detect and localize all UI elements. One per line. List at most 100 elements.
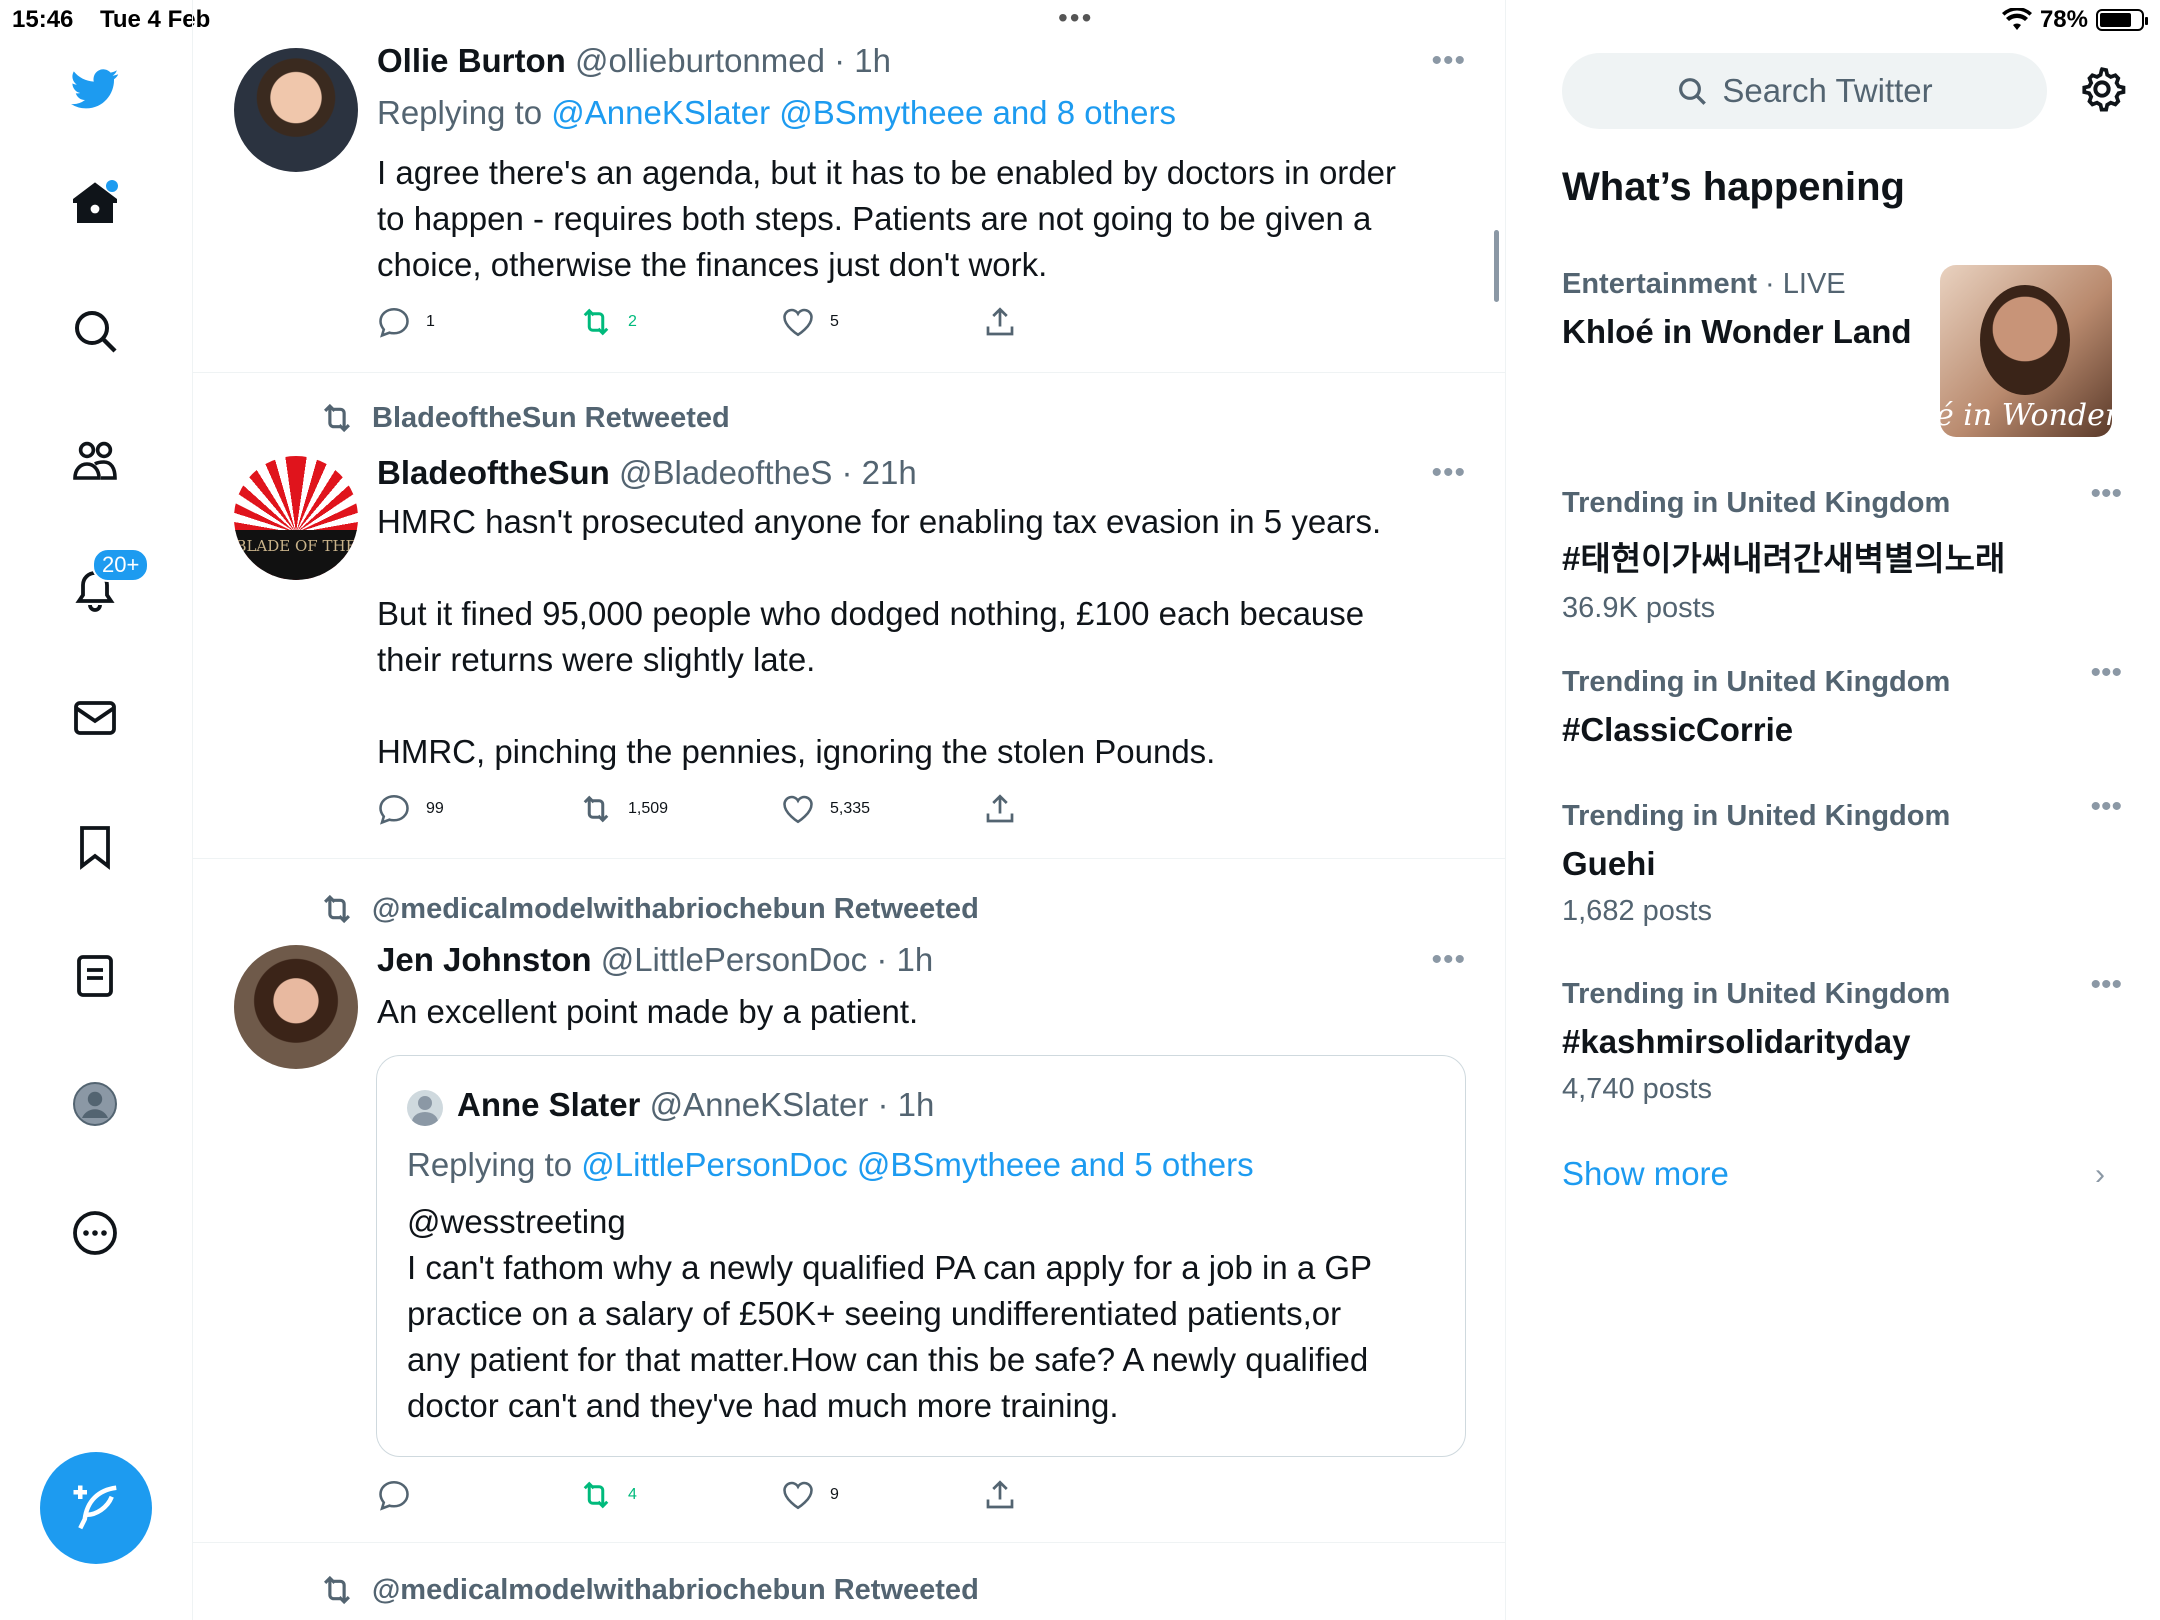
notifications-bell-icon[interactable]: 20+ [62,548,150,622]
tweet-author-handle[interactable]: @LittlePersonDoc · 1h [601,941,933,978]
trend-post-count: 4,740 posts [1562,1073,1712,1105]
trend-more-icon[interactable]: ••• [2090,477,2122,511]
like-button[interactable]: 9 [780,1477,839,1513]
trend-item[interactable]: Trending in United Kingdom ••• Guehi 1,6… [1562,790,2122,928]
chevron-right-icon: › [2095,1158,2105,1191]
trend-title: #kashmirsolidarityday [1562,1023,1911,1060]
trend-category: Entertainment [1562,268,1757,300]
twitter-logo-icon[interactable] [62,56,128,122]
share-button[interactable] [982,791,1018,827]
retweeted-by-line[interactable]: @medicalmodelwithabriochebun Retweeted [318,890,979,928]
trend-item[interactable]: Trending in United Kingdom ••• #태현이가써내려간… [1562,477,2122,625]
retweet-button[interactable]: 2 [578,304,637,340]
bookmarks-icon[interactable] [62,814,128,880]
trend-title: #ClassicCorrie [1562,711,1794,748]
like-button[interactable]: 5,335 [780,791,870,827]
tweet-item[interactable]: @medicalmodelwithabriochebun Retweeted J… [193,859,1505,1543]
share-icon [986,307,1014,336]
tweet-more-icon[interactable]: ••• [1431,44,1466,78]
trend-title: #태현이가써내려간새벽별의노래 [1562,540,2006,577]
whats-happening-heading: What’s happening [1562,165,1905,209]
tweet-text: HMRC hasn't prosecuted anyone for enabli… [377,503,1382,770]
messages-envelope-icon[interactable] [62,685,128,751]
trend-title: Guehi [1562,845,1656,882]
reply-count: 1 [426,313,435,330]
search-placeholder: Search Twitter [1722,72,1933,109]
trend-item[interactable]: Trending in United Kingdom ••• #ClassicC… [1562,656,2122,749]
retweet-icon [324,403,350,433]
trend-more-icon[interactable]: ••• [2090,790,2122,824]
reply-icon [379,794,409,825]
like-button[interactable]: 5 [780,304,839,340]
compose-tweet-button[interactable] [40,1452,152,1564]
retweet-icon [583,308,609,336]
tweet-author-handle[interactable]: @BladeoftheS · 21h [619,454,917,491]
tweet-author-name[interactable]: Jen Johnston [377,941,592,978]
replying-to: Replying to @AnneKSlater @BSmytheee and … [377,94,1176,131]
tweet-more-icon[interactable]: ••• [1431,943,1466,977]
trend-item[interactable]: Entertainment · LIVE Khloé in Wonder Lan… [1562,268,1942,351]
like-count: 5,335 [830,800,871,817]
trend-more-icon[interactable]: ••• [2090,968,2122,1002]
like-heart-icon [783,1481,813,1510]
lists-icon[interactable] [62,943,128,1009]
trend-category: Trending in United Kingdom [1562,666,1951,698]
profile-avatar-icon[interactable] [62,1071,128,1137]
trend-category: Trending in United Kingdom [1562,978,1951,1010]
retweet-count: 4 [628,1486,637,1503]
retweeted-by-text: @medicalmodelwithabriochebun Retweeted [372,892,979,925]
tweet-item[interactable]: Ollie Burton @ollieburtonmed · 1h ••• Re… [193,0,1505,373]
reply-count: 99 [426,800,444,817]
tweet-author-name[interactable]: Ollie Burton [377,42,566,79]
more-options-circle-icon[interactable] [62,1200,128,1266]
reply-button[interactable]: 99 [376,791,444,827]
like-heart-icon [783,308,813,337]
retweeted-by-line[interactable]: BladeoftheSun Retweeted [318,399,730,437]
trend-image-text: é in Wonder L [1940,398,2112,433]
retweeted-by-line[interactable]: @medicalmodelwithabriochebun Retweeted [318,1571,979,1609]
tweet-author-handle[interactable]: @ollieburtonmed · 1h [575,42,891,79]
quoted-tweet-text: @wesstreeting I can't fathom why a newly… [407,1203,1373,1424]
retweet-count: 1,509 [628,800,669,817]
reply-button[interactable]: 1 [376,304,435,340]
share-button[interactable] [982,1477,1018,1513]
explore-search-icon[interactable] [62,298,128,364]
settings-gear-icon[interactable] [2077,64,2127,114]
reply-button[interactable] [376,1477,426,1513]
retweet-icon [583,795,609,823]
home-icon[interactable] [62,170,128,236]
retweet-button[interactable]: 4 [578,1477,637,1513]
retweeted-by-text: @medicalmodelwithabriochebun Retweeted [372,1573,979,1606]
show-more-link[interactable]: Show more [1562,1155,1729,1193]
communities-icon[interactable] [62,427,128,493]
tweet-author-avatar[interactable]: BLADE OF THE [234,456,358,580]
tweet-author-name[interactable]: BladeoftheSun [377,454,610,491]
trend-category: Trending in United Kingdom [1562,487,1951,519]
share-button[interactable] [982,304,1018,340]
trend-live: · LIVE [1756,268,1846,300]
tweet-text: An excellent point made by a patient. [377,993,919,1030]
replying-links[interactable]: @AnneKSlater @BSmytheee and 8 others [551,94,1176,131]
tweet-author-avatar[interactable] [234,48,358,172]
trend-more-icon[interactable]: ••• [2090,656,2122,690]
timeline[interactable]: Ollie Burton @ollieburtonmed · 1h ••• Re… [193,0,1506,1620]
reply-icon [379,307,409,338]
retweet-button[interactable]: 1,509 [578,791,668,827]
search-icon [1679,78,1707,105]
quoted-replying-links[interactable]: @LittlePersonDoc @BSmytheee and 5 others [581,1146,1253,1183]
tweet-item[interactable]: @medicalmodelwithabriochebun Retweeted [193,1543,1505,1620]
trend-item[interactable]: Trending in United Kingdom ••• #kashmirs… [1562,968,2122,1106]
quoted-tweet[interactable]: Anne Slater @AnneKSlater · 1h Replying t… [376,1055,1466,1457]
tweet-item[interactable]: BladeoftheSun Retweeted BLADE OF THE Bla… [193,373,1505,859]
trend-title: Khloé in Wonder Land [1562,313,1912,350]
tweet-author-avatar[interactable] [234,945,358,1069]
retweeted-by-text: BladeoftheSun Retweeted [372,401,730,434]
search-input[interactable]: Search Twitter [1562,53,2047,129]
share-icon [986,794,1014,823]
quoted-author-name: Anne Slater [457,1086,641,1123]
share-icon [986,1480,1014,1509]
home-new-dot [106,180,118,192]
like-count: 9 [830,1486,839,1503]
tweet-more-icon[interactable]: ••• [1431,456,1466,490]
trend-image[interactable]: é in Wonder L [1940,265,2112,437]
